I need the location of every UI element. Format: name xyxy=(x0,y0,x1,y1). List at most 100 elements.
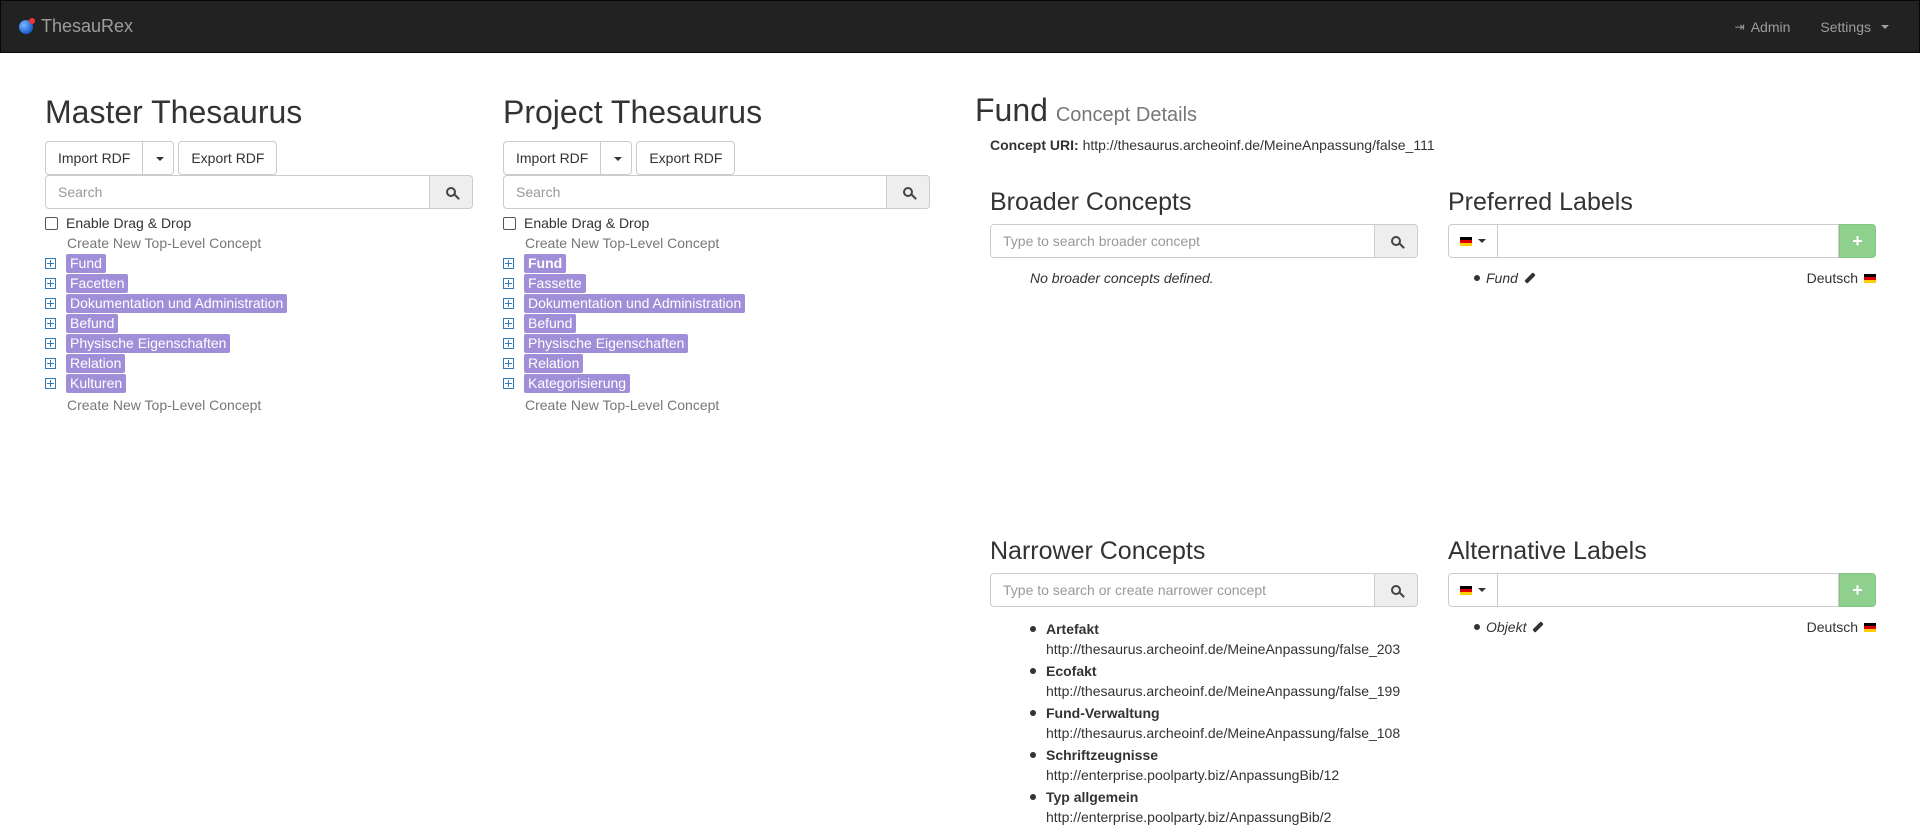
master-import-dropdown-button[interactable] xyxy=(143,141,175,175)
alternative-language-select[interactable] xyxy=(1448,573,1498,607)
expand-icon[interactable] xyxy=(503,337,514,349)
alternative-section: Alternative Labels + Objekt Deutsch xyxy=(1448,535,1876,635)
narrower-concept-name[interactable]: Typ allgemein xyxy=(1046,787,1331,807)
preferred-section: Preferred Labels + Fund Deutsch xyxy=(1448,186,1876,286)
project-tree: Fund Fassette Dokumentation und Administ… xyxy=(503,253,931,393)
project-import-button[interactable]: Import RDF xyxy=(503,141,602,175)
narrower-concept-uri: http://thesaurus.archeoinf.de/MeineAnpas… xyxy=(1046,641,1401,657)
caret-down-icon xyxy=(614,157,623,162)
concept-label[interactable]: Physische Eigenschaften xyxy=(66,333,231,353)
preferred-add-button[interactable]: + xyxy=(1839,224,1876,258)
concept-label[interactable]: Kulturen xyxy=(66,373,127,393)
expand-icon[interactable] xyxy=(503,257,514,269)
expand-icon[interactable] xyxy=(503,357,514,369)
preferred-label-text: Fund xyxy=(1486,270,1518,286)
project-import-dropdown-button[interactable] xyxy=(601,141,633,175)
pencil-icon[interactable] xyxy=(1532,621,1545,633)
broader-search-button[interactable] xyxy=(1375,224,1418,258)
concept-uri-row: Concept URI: http://thesaurus.archeoinf.… xyxy=(990,137,1895,153)
bullet xyxy=(1030,668,1036,674)
concept-label[interactable]: Fassette xyxy=(524,273,586,293)
preferred-label-language: Deutsch xyxy=(1806,270,1858,286)
master-export-button[interactable]: Export RDF xyxy=(178,141,278,175)
concept-label[interactable]: Relation xyxy=(66,353,126,373)
master-create-top-link[interactable]: Create New Top-Level Concept xyxy=(67,235,473,251)
expand-icon[interactable] xyxy=(45,297,56,309)
expand-icon[interactable] xyxy=(45,257,56,269)
german-flag-icon xyxy=(1459,585,1472,595)
details-panel: Fund Concept Details Concept URI: http:/… xyxy=(975,92,1895,153)
settings-label: Settings xyxy=(1820,19,1871,35)
bullet xyxy=(1030,794,1036,800)
project-create-top-link[interactable]: Create New Top-Level Concept xyxy=(525,235,931,251)
expand-icon[interactable] xyxy=(503,377,514,389)
narrower-title: Narrower Concepts xyxy=(990,537,1206,565)
concept-label[interactable]: Relation xyxy=(524,353,584,373)
master-import-button[interactable]: Import RDF xyxy=(45,141,144,175)
brand[interactable]: ThesauRex xyxy=(19,16,133,37)
sign-in-icon: ⇥ xyxy=(1734,20,1745,34)
preferred-label-input[interactable] xyxy=(1497,224,1840,258)
concept-label[interactable]: Befund xyxy=(524,313,577,333)
settings-dropdown[interactable]: Settings xyxy=(1820,19,1889,35)
caret-down-icon xyxy=(1477,588,1486,592)
expand-icon[interactable] xyxy=(45,337,56,349)
narrower-concept-name[interactable]: Fund-Verwaltung xyxy=(1046,703,1400,723)
expand-icon[interactable] xyxy=(45,317,56,329)
list-item: Fund-Verwaltung http://thesaurus.archeoin… xyxy=(1030,703,1418,743)
tree-item: Dokumentation und Administration xyxy=(503,293,931,313)
alternative-add-button[interactable]: + xyxy=(1839,573,1876,607)
pencil-icon[interactable] xyxy=(1524,272,1536,284)
tree-item: Relation xyxy=(503,353,931,373)
narrower-list: Artefakt http://thesaurus.archeoinf.de/Me… xyxy=(990,619,1418,827)
expand-icon[interactable] xyxy=(45,357,56,369)
project-search-input[interactable] xyxy=(503,175,887,209)
expand-icon[interactable] xyxy=(45,277,56,289)
concept-label[interactable]: Befund xyxy=(66,313,119,333)
tree-item: Fund xyxy=(503,253,931,273)
expand-icon[interactable] xyxy=(503,297,514,309)
alternative-label-row: Objekt Deutsch xyxy=(1448,619,1876,635)
concept-label[interactable]: Facetten xyxy=(66,273,129,293)
concept-label-selected[interactable]: Fund xyxy=(524,253,567,273)
project-export-button[interactable]: Export RDF xyxy=(636,141,736,175)
concept-label[interactable]: Kategorisierung xyxy=(524,373,631,393)
project-create-bottom-link[interactable]: Create New Top-Level Concept xyxy=(525,397,931,413)
concept-label[interactable]: Fund xyxy=(66,253,106,273)
master-drag-drop-checkbox[interactable] xyxy=(45,216,58,230)
project-panel: Project Thesaurus Import RDF Export RDF … xyxy=(503,92,931,413)
tree-item: Physische Eigenschaften xyxy=(45,333,473,353)
concept-label[interactable]: Physische Eigenschaften xyxy=(524,333,689,353)
master-create-bottom-link[interactable]: Create New Top-Level Concept xyxy=(67,397,473,413)
project-drag-drop-checkbox[interactable] xyxy=(503,216,516,230)
german-flag-icon xyxy=(1864,622,1876,632)
expand-icon[interactable] xyxy=(45,377,56,389)
tree-item: Kategorisierung xyxy=(503,373,931,393)
master-drag-drop-label: Enable Drag & Drop xyxy=(66,215,192,231)
tree-item: Befund xyxy=(503,313,931,333)
master-tree: Fund Facetten Dokumentation und Administ… xyxy=(45,253,473,393)
tree-item: Facetten xyxy=(45,273,473,293)
project-search-button[interactable] xyxy=(887,175,930,209)
concept-label[interactable]: Dokumentation und Administration xyxy=(524,293,746,313)
broader-search-input[interactable] xyxy=(990,224,1376,258)
concept-uri-value: http://thesaurus.archeoinf.de/MeineAnpas… xyxy=(1082,137,1435,153)
admin-link[interactable]: ⇥ Admin xyxy=(1735,19,1791,35)
preferred-language-select[interactable] xyxy=(1448,224,1498,258)
expand-icon[interactable] xyxy=(503,277,514,289)
expand-icon[interactable] xyxy=(503,317,514,329)
narrower-search-button[interactable] xyxy=(1375,573,1418,607)
narrower-search-input[interactable] xyxy=(990,573,1376,607)
tree-item: Physische Eigenschaften xyxy=(503,333,931,353)
narrower-concept-name[interactable]: Schriftzeugnisse xyxy=(1046,745,1339,765)
broader-title: Broader Concepts xyxy=(990,188,1192,216)
master-search-button[interactable] xyxy=(430,175,473,209)
bullet xyxy=(1030,710,1036,716)
search-icon xyxy=(903,187,913,197)
details-subtitle: Concept Details xyxy=(1055,104,1198,126)
master-search-input[interactable] xyxy=(45,175,430,209)
narrower-concept-name[interactable]: Artefakt xyxy=(1046,619,1400,639)
concept-label[interactable]: Dokumentation und Administration xyxy=(66,293,288,313)
narrower-concept-name[interactable]: Ecofakt xyxy=(1046,661,1400,681)
alternative-label-input[interactable] xyxy=(1497,573,1840,607)
